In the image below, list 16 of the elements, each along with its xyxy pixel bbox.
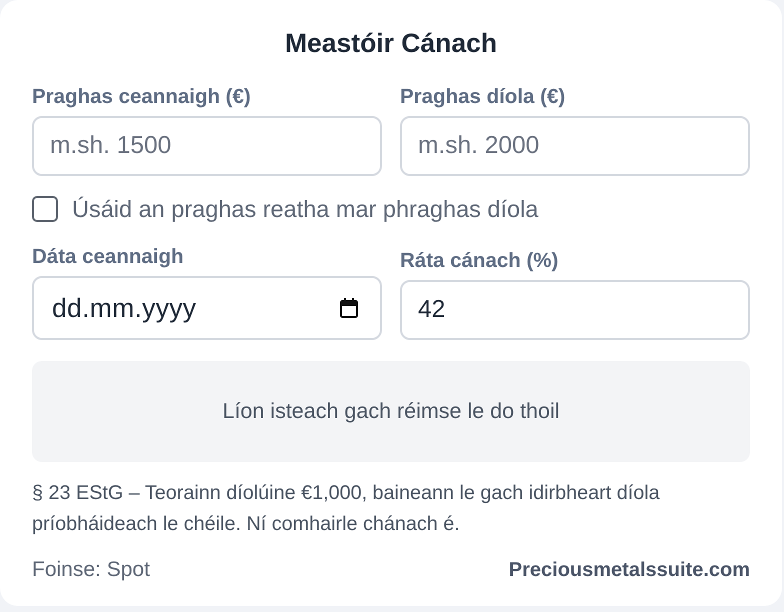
source-text: Foinse: Spot [32,557,150,583]
field-label: Ráta cánach (%) [400,249,558,273]
calculator-title: Meastóir Cánach [284,27,498,60]
input-field[interactable]: 42 [400,280,750,340]
checkbox-label: Úsáid an praghas reatha mar phraghas díola [72,195,538,223]
field-label: Praghas díola (€) [400,85,566,109]
input-field[interactable]: m.sh. 1500 [32,116,382,176]
input-field[interactable]: m.sh. 2000 [400,116,750,176]
checkbox[interactable] [32,196,58,222]
disclaimer-note: § 23 EStG – Teorainn díolúine €1,000, baineann le gach idirbheart díola príobháideach le chéile. Ní comhairle chánach é. [32,481,661,537]
date-field[interactable]: dd.mm.yyyy [32,276,382,340]
field-label: Dáta ceannaigh [32,245,184,269]
calendar-icon[interactable] [340,298,358,318]
brand-link[interactable]: Preciousmetalssuite.com [508,557,750,583]
field-label: Praghas ceannaigh (€) [32,85,251,109]
status-message: Líon isteach gach réimse le do thoil [32,361,750,462]
